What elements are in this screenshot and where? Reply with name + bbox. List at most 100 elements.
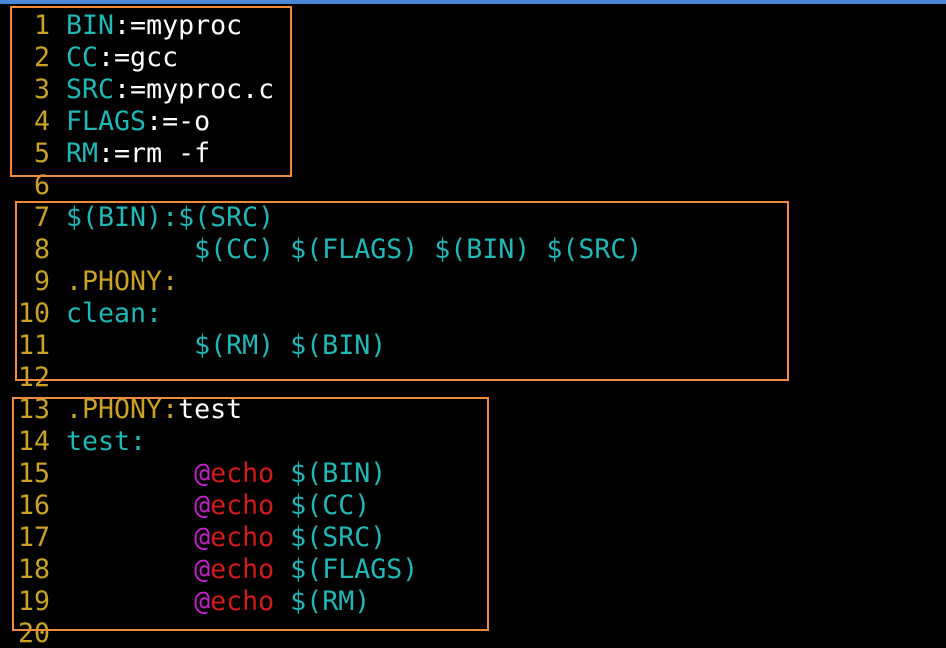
code-text: @echo $(FLAGS) bbox=[66, 554, 418, 586]
code-line[interactable]: 11 $(RM) $(BIN) bbox=[0, 330, 946, 362]
code-text: @echo $(CC) bbox=[66, 490, 370, 522]
code-text: BIN:=myproc bbox=[66, 10, 242, 42]
code-text: test: bbox=[66, 426, 146, 458]
code-token: echo bbox=[210, 458, 275, 489]
line-number: 12 bbox=[17, 362, 50, 393]
code-token: BIN bbox=[66, 10, 115, 41]
code-line[interactable]: 4 FLAGS:=-o bbox=[0, 106, 946, 138]
code-text: .PHONY: bbox=[66, 266, 178, 298]
code-token: clean: bbox=[66, 298, 163, 329]
code-line[interactable]: 14 test: bbox=[0, 426, 946, 458]
code-token: .PHONY: bbox=[66, 394, 179, 425]
line-number: 4 bbox=[33, 106, 50, 137]
code-line[interactable]: 10 clean: bbox=[0, 298, 946, 330]
code-token: @ bbox=[194, 586, 211, 617]
line-number: 7 bbox=[33, 202, 50, 233]
code-token: echo bbox=[210, 554, 275, 585]
code-line[interactable]: 3 SRC:=myproc.c bbox=[0, 74, 946, 106]
code-line[interactable]: 13 .PHONY:test bbox=[0, 394, 946, 426]
line-number: 6 bbox=[33, 170, 50, 201]
code-line[interactable]: 15 @echo $(BIN) bbox=[0, 458, 946, 490]
line-number: 17 bbox=[17, 522, 50, 553]
line-number: 16 bbox=[17, 490, 50, 521]
code-token: $(CC) bbox=[274, 490, 371, 521]
code-line[interactable]: 8 $(CC) $(FLAGS) $(BIN) $(SRC) bbox=[0, 234, 946, 266]
code-token: :=myproc.c bbox=[114, 74, 275, 105]
code-token: echo bbox=[210, 522, 275, 553]
code-text: $(RM) $(BIN) bbox=[66, 330, 386, 362]
code-token: @ bbox=[194, 522, 211, 553]
line-number: 3 bbox=[33, 74, 50, 105]
code-line[interactable]: 12 bbox=[0, 362, 946, 394]
code-token: CC bbox=[66, 42, 99, 73]
code-token: RM bbox=[66, 138, 99, 169]
code-text: clean: bbox=[66, 298, 162, 330]
line-number: 18 bbox=[17, 554, 50, 585]
window-top-border bbox=[0, 0, 946, 4]
code-line[interactable]: 9 .PHONY: bbox=[0, 266, 946, 298]
code-token: echo bbox=[210, 490, 275, 521]
code-line[interactable]: 5 RM:=rm -f bbox=[0, 138, 946, 170]
code-token: $(BIN) bbox=[274, 458, 387, 489]
line-number: 13 bbox=[17, 394, 50, 425]
code-token: FLAGS bbox=[66, 106, 147, 137]
code-token: :=myproc bbox=[114, 10, 243, 41]
code-token: $(BIN):$(SRC) bbox=[66, 202, 275, 233]
code-line[interactable]: 7 $(BIN):$(SRC) bbox=[0, 202, 946, 234]
vim-editor-window: 1 BIN:=myproc 2 CC:=gcc 3 SRC:=myproc.c 4 FLAGS… bbox=[0, 0, 946, 648]
code-line[interactable]: 2 CC:=gcc bbox=[0, 42, 946, 74]
code-token: $(FLAGS) bbox=[274, 554, 419, 585]
line-number: 11 bbox=[17, 330, 50, 361]
line-number: 19 bbox=[17, 586, 50, 617]
code-text: $(CC) $(FLAGS) $(BIN) $(SRC) bbox=[66, 234, 642, 266]
code-text: @echo $(SRC) bbox=[66, 522, 386, 554]
line-number: 20 bbox=[17, 618, 50, 648]
line-number: 8 bbox=[33, 234, 50, 265]
line-number: 2 bbox=[33, 42, 50, 73]
code-text: CC:=gcc bbox=[66, 42, 178, 74]
code-token: @ bbox=[194, 554, 211, 585]
code-text: @echo $(RM) bbox=[66, 586, 370, 618]
line-number: 5 bbox=[33, 138, 50, 169]
code-line[interactable]: 1 BIN:=myproc bbox=[0, 10, 946, 42]
line-number: 10 bbox=[17, 298, 50, 329]
code-text: FLAGS:=-o bbox=[66, 106, 210, 138]
code-text: @echo $(BIN) bbox=[66, 458, 386, 490]
code-token: test bbox=[178, 394, 243, 425]
code-token: :=rm -f bbox=[98, 138, 211, 169]
code-token: @ bbox=[194, 490, 211, 521]
code-line[interactable]: 19 @echo $(RM) bbox=[0, 586, 946, 618]
code-text: RM:=rm -f bbox=[66, 138, 210, 170]
line-number: 15 bbox=[17, 458, 50, 489]
code-text: $(BIN):$(SRC) bbox=[66, 202, 274, 234]
code-text: .PHONY:test bbox=[66, 394, 242, 426]
line-number: 1 bbox=[33, 10, 50, 41]
code-token: SRC bbox=[66, 74, 115, 105]
code-token: $(RM) $(BIN) bbox=[194, 330, 387, 361]
code-token: echo bbox=[210, 586, 275, 617]
code-token: $(CC) $(FLAGS) $(BIN) $(SRC) bbox=[194, 234, 643, 265]
code-token: :=-o bbox=[146, 106, 211, 137]
code-token: @ bbox=[194, 458, 211, 489]
code-token: $(SRC) bbox=[274, 522, 387, 553]
code-token: :=gcc bbox=[98, 42, 179, 73]
code-line[interactable]: 16 @echo $(CC) bbox=[0, 490, 946, 522]
line-number: 14 bbox=[17, 426, 50, 457]
code-token: .PHONY: bbox=[66, 266, 179, 297]
code-line[interactable]: 17 @echo $(SRC) bbox=[0, 522, 946, 554]
code-line[interactable]: 20 bbox=[0, 618, 946, 648]
code-line[interactable]: 6 bbox=[0, 170, 946, 202]
line-number: 9 bbox=[33, 266, 50, 297]
code-token: $(RM) bbox=[274, 586, 371, 617]
code-token: test: bbox=[66, 426, 147, 457]
code-line[interactable]: 18 @echo $(FLAGS) bbox=[0, 554, 946, 586]
code-text: SRC:=myproc.c bbox=[66, 74, 274, 106]
code-editor[interactable]: 1 BIN:=myproc 2 CC:=gcc 3 SRC:=myproc.c 4 FLAGS… bbox=[0, 10, 946, 648]
